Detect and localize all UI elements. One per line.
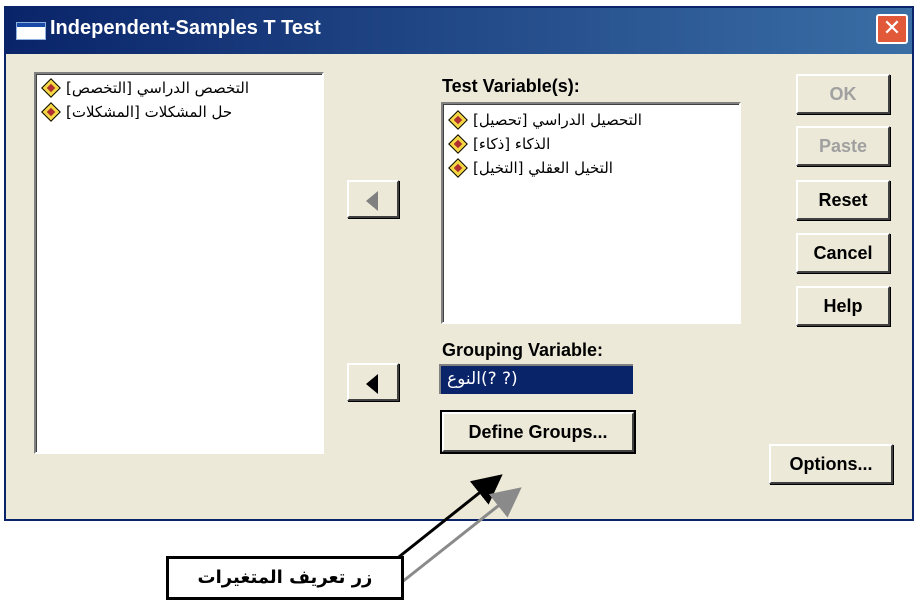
reset-button[interactable]: Reset	[796, 180, 890, 220]
scale-variable-icon	[448, 110, 468, 130]
list-item-label: حل المشكلات [المشكلات]	[66, 103, 233, 121]
list-item[interactable]: حل المشكلات [المشكلات]	[36, 100, 322, 124]
test-variables-list[interactable]: التحصيل الدراسي [تحصيل] الذكاء [ذكاء] ال…	[441, 102, 741, 324]
t-test-dialog: Independent-Samples T Test ✕ التخصص الدر…	[4, 6, 914, 521]
test-variables-label: Test Variable(s):	[442, 76, 580, 96]
left-arrow-icon	[366, 191, 378, 211]
grouping-variable-field[interactable]: النوع(? ?)	[439, 364, 633, 394]
move-test-variable-button[interactable]	[347, 180, 399, 218]
scale-variable-icon	[41, 78, 61, 98]
list-item[interactable]: التحصيل الدراسي [تحصيل]	[443, 108, 739, 132]
annotation-callout: زر تعريف المتغيرات	[166, 556, 404, 600]
list-item[interactable]: التخيل العقلي [التخيل]	[443, 156, 739, 180]
window-title: Independent-Samples T Test	[50, 17, 321, 39]
list-item-label: التحصيل الدراسي [تحصيل]	[473, 111, 642, 129]
list-item-label: التخيل العقلي [التخيل]	[473, 159, 613, 177]
cancel-button[interactable]: Cancel	[796, 233, 890, 273]
window-icon	[16, 22, 46, 40]
scale-variable-icon	[448, 158, 468, 178]
scale-variable-icon	[448, 134, 468, 154]
close-button[interactable]: ✕	[876, 14, 908, 44]
list-item-label: الذكاء [ذكاء]	[473, 135, 551, 153]
list-item[interactable]: الذكاء [ذكاء]	[443, 132, 739, 156]
left-arrow-icon	[366, 374, 378, 394]
move-grouping-variable-button[interactable]	[347, 363, 399, 401]
help-button[interactable]: Help	[796, 286, 890, 326]
title-bar[interactable]: Independent-Samples T Test ✕	[6, 8, 912, 54]
paste-button[interactable]: Paste	[796, 126, 890, 166]
list-item-label: التخصص الدراسي [التخصص]	[66, 79, 249, 97]
scale-variable-icon	[41, 102, 61, 122]
ok-button[interactable]: OK	[796, 74, 890, 114]
list-item[interactable]: التخصص الدراسي [التخصص]	[36, 76, 322, 100]
options-button[interactable]: Options...	[769, 444, 893, 484]
grouping-variable-label: Grouping Variable:	[442, 340, 604, 360]
source-variable-list[interactable]: التخصص الدراسي [التخصص] حل المشكلات [الم…	[34, 72, 324, 454]
define-groups-button[interactable]: Define Groups...	[440, 410, 636, 454]
